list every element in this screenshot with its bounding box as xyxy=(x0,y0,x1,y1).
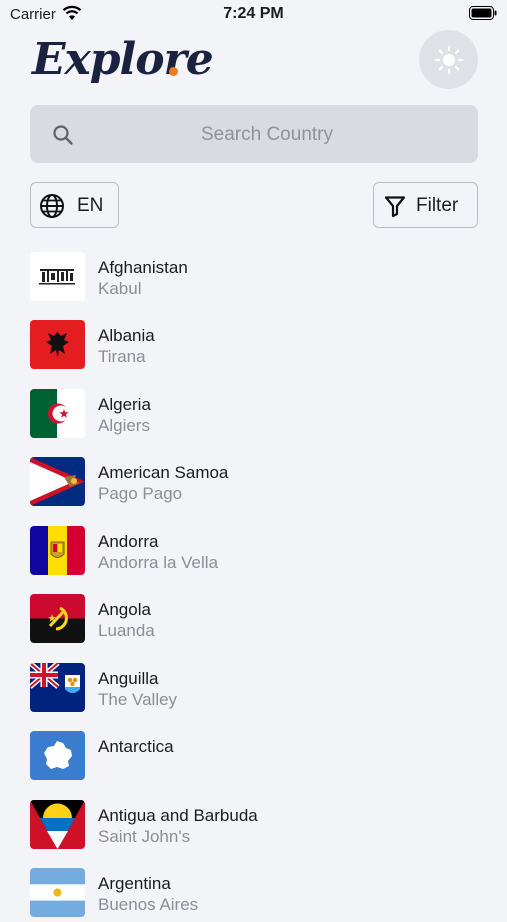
algeria-flag-icon xyxy=(30,389,85,438)
filter-icon xyxy=(384,196,406,217)
angola-flag-icon xyxy=(30,594,85,643)
country-capital: Luanda xyxy=(98,621,155,640)
country-row-american-samoa[interactable]: American Samoa Pago Pago xyxy=(0,455,507,511)
country-row-algeria[interactable]: Algeria Algiers xyxy=(0,387,507,443)
status-bar: Carrier 7:24 PM xyxy=(0,0,507,28)
country-name: Antarctica xyxy=(98,737,174,756)
country-capital: Andorra la Vella xyxy=(98,553,219,572)
antarctica-flag-icon xyxy=(30,731,85,780)
country-capital: Pago Pago xyxy=(98,484,183,503)
country-capital: Kabul xyxy=(98,279,142,298)
country-row-argentina[interactable]: Argentina Buenos Aires xyxy=(0,866,507,922)
country-capital: Algiers xyxy=(98,416,150,435)
country-row-antigua-and-barbuda[interactable]: Antigua and Barbuda Saint John's xyxy=(0,798,507,854)
country-row-angola[interactable]: Angola Luanda xyxy=(0,592,507,648)
country-name: Anguilla xyxy=(98,669,159,688)
status-time: 7:24 PM xyxy=(223,5,284,22)
andorra-flag-icon xyxy=(30,526,85,575)
albania-flag-icon xyxy=(30,320,85,369)
country-row-antarctica[interactable]: Antarctica xyxy=(0,729,507,785)
battery-icon xyxy=(469,6,497,20)
sun-icon xyxy=(434,45,463,74)
american-samoa-flag-icon xyxy=(30,457,85,506)
country-name: Argentina xyxy=(98,874,171,893)
country-name: American Samoa xyxy=(98,463,229,482)
language-button[interactable]: EN xyxy=(30,182,119,228)
country-row-albania[interactable]: Albania Tirana xyxy=(0,318,507,374)
afghanistan-flag-icon xyxy=(30,252,85,301)
country-name: Andorra xyxy=(98,532,159,551)
country-name: Angola xyxy=(98,600,151,619)
country-capital: Tirana xyxy=(98,347,146,366)
country-name: Antigua and Barbuda xyxy=(98,806,258,825)
country-name: Albania xyxy=(98,326,155,345)
search-icon xyxy=(53,125,73,145)
filter-button[interactable]: Filter xyxy=(373,182,478,228)
globe-icon xyxy=(40,194,64,218)
anguilla-flag-icon xyxy=(30,663,85,712)
theme-toggle-button[interactable] xyxy=(419,30,478,89)
language-label: EN xyxy=(77,195,104,216)
country-row-andorra[interactable]: Andorra Andorra la Vella xyxy=(0,524,507,580)
logo-accent-dot xyxy=(169,67,178,76)
argentina-flag-icon xyxy=(30,868,85,917)
country-capital: Saint John's xyxy=(98,827,191,846)
country-row-anguilla[interactable]: Anguilla The Valley xyxy=(0,661,507,717)
country-capital: The Valley xyxy=(98,690,178,709)
country-name: Afghanistan xyxy=(98,258,188,277)
country-name: Algeria xyxy=(98,395,151,414)
page-title: Explore xyxy=(32,34,214,85)
country-row-afghanistan[interactable]: Afghanistan Kabul xyxy=(0,250,507,306)
search-input[interactable] xyxy=(95,105,439,165)
antigua-and-barbuda-flag-icon xyxy=(30,800,85,849)
country-capital: Buenos Aires xyxy=(98,895,199,914)
filter-label: Filter xyxy=(416,195,459,216)
